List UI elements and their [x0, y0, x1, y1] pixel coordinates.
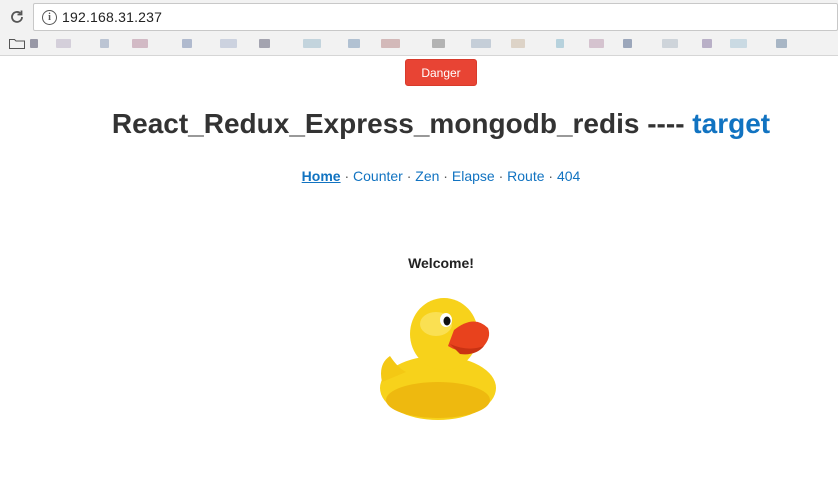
bookmark-item[interactable] [556, 39, 564, 48]
nav-home[interactable]: Home [302, 168, 341, 184]
page-title: React_Redux_Express_mongodb_redis ---- t… [0, 108, 838, 140]
bookmark-item[interactable] [702, 39, 712, 48]
bookmark-item[interactable] [730, 39, 747, 48]
title-target-link[interactable]: target [692, 108, 770, 139]
bookmark-item[interactable] [56, 39, 71, 48]
title-text: React_Redux_Express_mongodb_redis ---- [111, 108, 693, 139]
bookmark-item[interactable] [220, 39, 237, 48]
bookmark-item[interactable] [100, 39, 109, 48]
danger-button[interactable]: Danger [405, 59, 477, 86]
nav-route[interactable]: Route [507, 168, 544, 184]
browser-chrome: i 192.168.31.237 [0, 0, 838, 56]
bookmark-item[interactable] [776, 39, 787, 48]
reload-icon[interactable] [6, 6, 28, 28]
bookmark-item[interactable] [511, 39, 525, 48]
nav-zen[interactable]: Zen [415, 168, 439, 184]
url-text[interactable]: 192.168.31.237 [62, 9, 162, 25]
bookmark-item[interactable] [30, 39, 38, 48]
nav-elapse[interactable]: Elapse [452, 168, 495, 184]
nav-separator: · [439, 168, 452, 184]
main-nav: Home · Counter · Zen · Elapse · Route · … [0, 168, 838, 184]
bookmark-item[interactable] [589, 39, 604, 48]
nav-404[interactable]: 404 [557, 168, 580, 184]
address-bar[interactable]: i 192.168.31.237 [33, 3, 838, 31]
info-icon[interactable]: i [42, 10, 57, 25]
bookmark-item[interactable] [259, 39, 270, 48]
nav-separator: · [402, 168, 416, 184]
bookmarks-bar [0, 34, 838, 54]
bookmark-item[interactable] [662, 39, 678, 48]
bookmark-item[interactable] [348, 39, 360, 48]
bookmark-item[interactable] [182, 39, 192, 48]
welcome-text: Welcome! [408, 255, 474, 271]
nav-separator: · [544, 168, 557, 184]
bookmark-item[interactable] [623, 39, 632, 48]
bookmark-item[interactable] [471, 39, 491, 48]
bookmark-item[interactable] [381, 39, 400, 48]
nav-separator: · [340, 168, 354, 184]
bookmark-item[interactable] [432, 39, 445, 48]
nav-separator: · [494, 168, 508, 184]
bookmark-item[interactable] [303, 39, 321, 48]
folder-icon[interactable] [9, 38, 25, 49]
bookmark-item[interactable] [132, 39, 148, 48]
nav-counter[interactable]: Counter [353, 168, 403, 184]
rubber-duck-image [380, 298, 496, 420]
